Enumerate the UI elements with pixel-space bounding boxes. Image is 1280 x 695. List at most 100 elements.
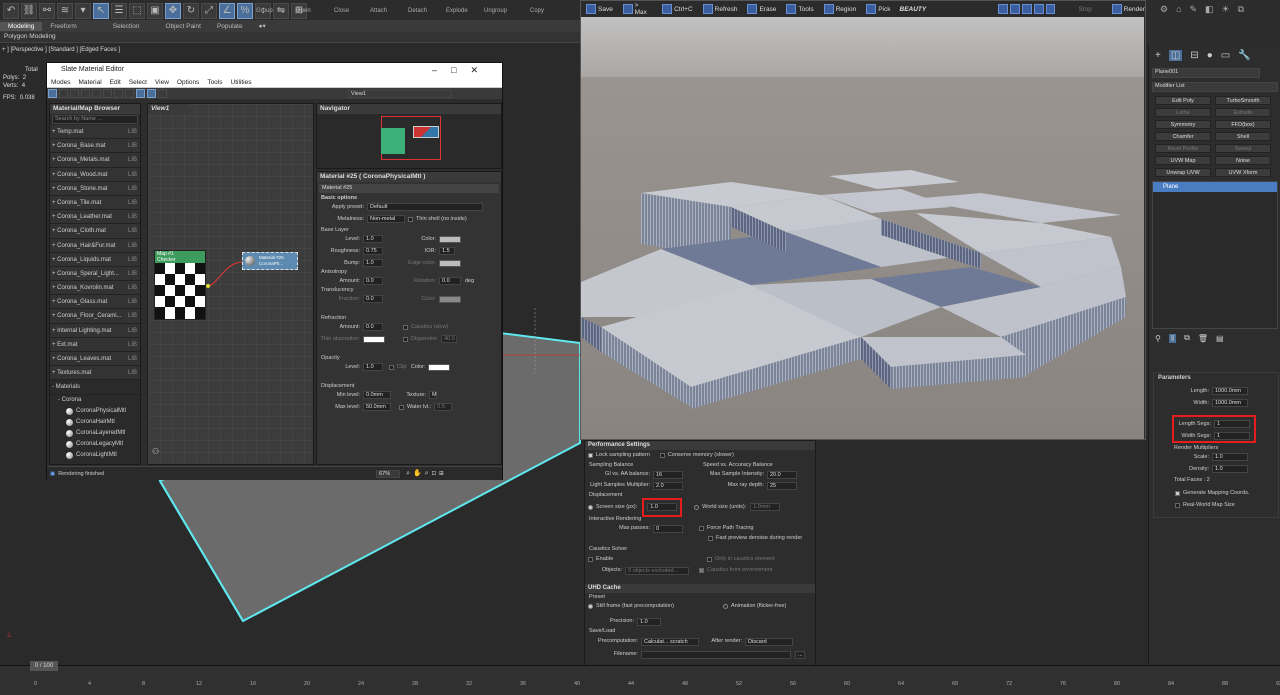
hierarchy-tab-icon[interactable]: ⊟ [1190,50,1198,61]
viewport-label[interactable]: + ] [Perspective ] [Standard ] [Edged Fa… [2,47,120,53]
assign-material-icon[interactable] [81,89,90,98]
erase-button[interactable]: Erase [747,4,776,14]
world-size-spinner[interactable]: 1.0mm [750,503,781,511]
uhd-cache-header[interactable]: UHD Cache [585,584,815,593]
library-item[interactable]: + Corona_Liquids.mat LIB [50,252,140,267]
node-view[interactable]: View1 Map #1 Checker Material #25 Corona… [147,103,314,465]
width-spinner[interactable]: 1000.0mm [1212,399,1248,407]
enable-caustics-checkbox[interactable] [588,557,593,562]
caustics-env-checkbox[interactable] [699,568,704,573]
layout-children-icon[interactable] [136,89,145,98]
tools-button[interactable]: Tools [786,4,814,14]
show-end-result-icon[interactable]: ‖ [1168,333,1177,343]
gi-aa-spinner[interactable]: 16 [653,470,683,479]
configure-sets-icon[interactable]: ▤ [1216,334,1224,343]
library-item[interactable]: + Temp.mat LIB [50,125,140,140]
select-move-icon[interactable]: ✥ [165,3,181,19]
max-sample-spinner[interactable]: 20.0 [767,470,797,479]
polygon-modeling-bar[interactable]: Polygon Modeling [0,32,580,42]
bump-spinner[interactable]: 1.0 [363,259,383,267]
move-children-icon[interactable] [103,89,112,98]
fraction-spinner[interactable]: 0.0 [363,295,383,303]
zoom-dropdown[interactable]: 67% [376,469,401,478]
performance-header[interactable]: Performance Settings [585,441,815,450]
library-item[interactable]: + Corona_Tile.mat LIB [50,195,140,211]
menu-edit[interactable]: Edit [110,77,121,88]
mirror-icon[interactable]: ⇋ [273,3,289,19]
library-item[interactable]: + Corona_Metals.mat LIB [50,153,140,168]
library-item[interactable]: + Corona_Base.mat LIB [50,139,140,154]
menu-tools[interactable]: Tools [207,77,222,88]
modifier-list-dropdown[interactable]: Modifier List [1152,82,1278,92]
force-path-checkbox[interactable] [699,526,704,531]
delete-icon[interactable] [92,89,101,98]
parameter-editor-icon[interactable] [158,89,167,98]
lock-sampling-checkbox[interactable] [588,453,593,458]
walk-icon[interactable]: ⚇ [152,447,159,456]
ribbon-detach[interactable]: Detach [408,8,427,14]
rotation-spinner[interactable]: 0.0 [439,277,461,285]
ribbon-open[interactable]: Open [296,8,311,14]
ribbon-explode[interactable]: Explode [446,8,468,14]
only-caustics-checkbox[interactable] [707,557,712,562]
water-level-checkbox[interactable] [399,404,404,410]
menu-options[interactable]: Options [177,77,199,88]
dispersion-spinner[interactable]: 40.0 [440,335,457,343]
objects-exclude-button[interactable]: 0 objects excluded... [625,566,689,575]
render-element-dropdown[interactable]: BEAUTY [900,6,998,13]
modifier-button[interactable]: Noise [1215,156,1271,165]
screen-size-spinner[interactable]: 1.0 [647,502,678,511]
ior-spinner[interactable]: 1.5 [439,247,455,255]
max-ray-spinner[interactable]: 25 [767,481,797,490]
library-item[interactable]: + Corona_Glass.mat LIB [50,295,140,310]
ribbon-close[interactable]: Close [334,8,349,14]
still-frame-radio[interactable] [588,604,593,609]
thin-absorption-swatch[interactable] [363,335,385,343]
precision-spinner[interactable]: 1.0 [637,617,661,626]
zoom-in-icon[interactable] [998,4,1009,14]
ribbon-ungroup[interactable]: Ungroup [484,8,507,14]
menu-utilities[interactable]: Utilities [231,77,252,88]
metalness-dropdown[interactable]: Non-metal [367,215,405,223]
modifier-button[interactable]: Symmetry [1155,120,1211,129]
material-browser-icon[interactable] [147,89,156,98]
to-max-button[interactable]: > Max [622,2,652,16]
menu-view[interactable]: View [155,77,169,88]
modifier-button[interactable]: FFD(box) [1215,120,1271,129]
browse-button[interactable]: ... [795,650,805,659]
angle-snap-icon[interactable]: ∠ [219,3,235,19]
material-item[interactable]: CoronaLightMtl [50,450,140,461]
texture-slot[interactable]: M [429,391,437,399]
region-button[interactable]: Region [823,4,856,14]
library-item[interactable]: + Corona_Leaves.mat LIB [50,352,140,367]
animation-radio[interactable] [723,604,728,609]
tab-object-paint[interactable]: Object Paint [158,22,209,31]
select-tool-icon[interactable] [48,89,57,98]
ribbon-attach[interactable]: Attach [370,8,387,14]
tab-populate[interactable]: Populate [209,22,251,31]
modify-tab-icon[interactable]: ◫ [1168,49,1183,61]
library-item[interactable]: + Corona_Kovrolin.mat LIB [50,281,140,296]
undo-icon[interactable]: ↶ [3,3,19,19]
make-unique-icon[interactable]: ⧉ [1184,333,1190,343]
utilities-tab-icon[interactable]: 🔧 [1238,50,1250,61]
modifier-button[interactable]: Sweep [1215,144,1271,153]
material-item[interactable]: CoronaHairMtl [50,417,140,428]
display-tab-icon[interactable]: ▭ [1221,50,1230,61]
bind-space-warp-icon[interactable]: ≋ [57,3,73,19]
browser-search-input[interactable]: Search by Name ... [52,115,138,124]
gen-mapping-checkbox[interactable] [1175,490,1180,496]
render-icon[interactable] [1111,4,1122,14]
timeline[interactable] [0,665,1280,695]
time-slider[interactable]: 0 / 100 [30,661,58,671]
select-rotate-icon[interactable]: ↻ [183,3,199,19]
save-button[interactable]: Save [586,4,613,14]
ribbon-group[interactable]: Group [256,8,273,14]
modifier-button[interactable]: Shell [1215,132,1271,141]
select-by-name-icon[interactable]: ☰ [111,3,127,19]
filename-input[interactable] [641,650,791,659]
library-item[interactable]: + Ext.mat LIB [50,337,140,352]
tab-modeling[interactable]: Modeling [0,21,43,31]
create-tab-icon[interactable]: + [1155,50,1161,61]
render-image[interactable] [581,17,1144,439]
